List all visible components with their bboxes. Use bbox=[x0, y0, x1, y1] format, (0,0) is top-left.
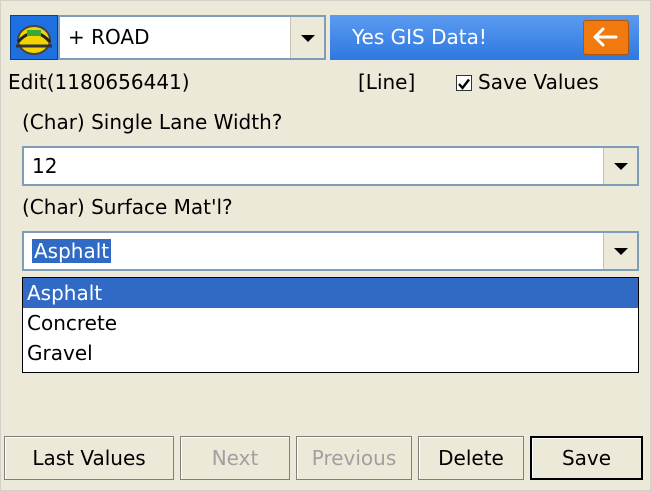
surface-material-dropdown-list: Asphalt Concrete Gravel bbox=[22, 277, 639, 373]
geometry-type-label: [Line] bbox=[358, 70, 416, 94]
field-label-surface-material: (Char) Surface Mat'l? bbox=[22, 195, 233, 219]
save-values-checkbox[interactable] bbox=[456, 75, 472, 91]
save-button[interactable]: Save bbox=[530, 436, 643, 480]
surface-material-select[interactable]: Asphalt bbox=[22, 231, 639, 271]
field-label-lane-width: (Char) Single Lane Width? bbox=[22, 110, 283, 134]
feature-select[interactable]: + ROAD bbox=[58, 15, 326, 60]
dropdown-option[interactable]: Concrete bbox=[23, 308, 638, 338]
gis-status-banner: Yes GIS Data! bbox=[330, 15, 639, 60]
arrow-left-icon bbox=[593, 27, 618, 47]
edit-id-label: Edit(1180656441) bbox=[8, 70, 190, 94]
previous-button[interactable]: Previous bbox=[296, 436, 412, 480]
last-values-button[interactable]: Last Values bbox=[4, 436, 174, 480]
gis-status-text: Yes GIS Data! bbox=[352, 25, 487, 49]
feature-select-value: + ROAD bbox=[68, 25, 150, 49]
lane-width-value: 12 bbox=[32, 154, 58, 178]
helmet-icon[interactable] bbox=[10, 15, 58, 60]
checkmark-icon bbox=[458, 78, 470, 90]
lane-width-select[interactable]: 12 bbox=[22, 146, 639, 186]
chevron-down-icon[interactable] bbox=[290, 17, 324, 58]
dropdown-option[interactable]: Asphalt bbox=[23, 278, 638, 308]
delete-button[interactable]: Delete bbox=[418, 436, 524, 480]
chevron-down-icon[interactable] bbox=[603, 148, 637, 184]
chevron-down-icon[interactable] bbox=[603, 233, 637, 269]
save-values-label[interactable]: Save Values bbox=[478, 70, 599, 94]
back-button[interactable] bbox=[583, 20, 629, 55]
next-button[interactable]: Next bbox=[180, 436, 290, 480]
surface-material-value: Asphalt bbox=[32, 239, 112, 263]
dropdown-option[interactable]: Gravel bbox=[23, 338, 638, 368]
